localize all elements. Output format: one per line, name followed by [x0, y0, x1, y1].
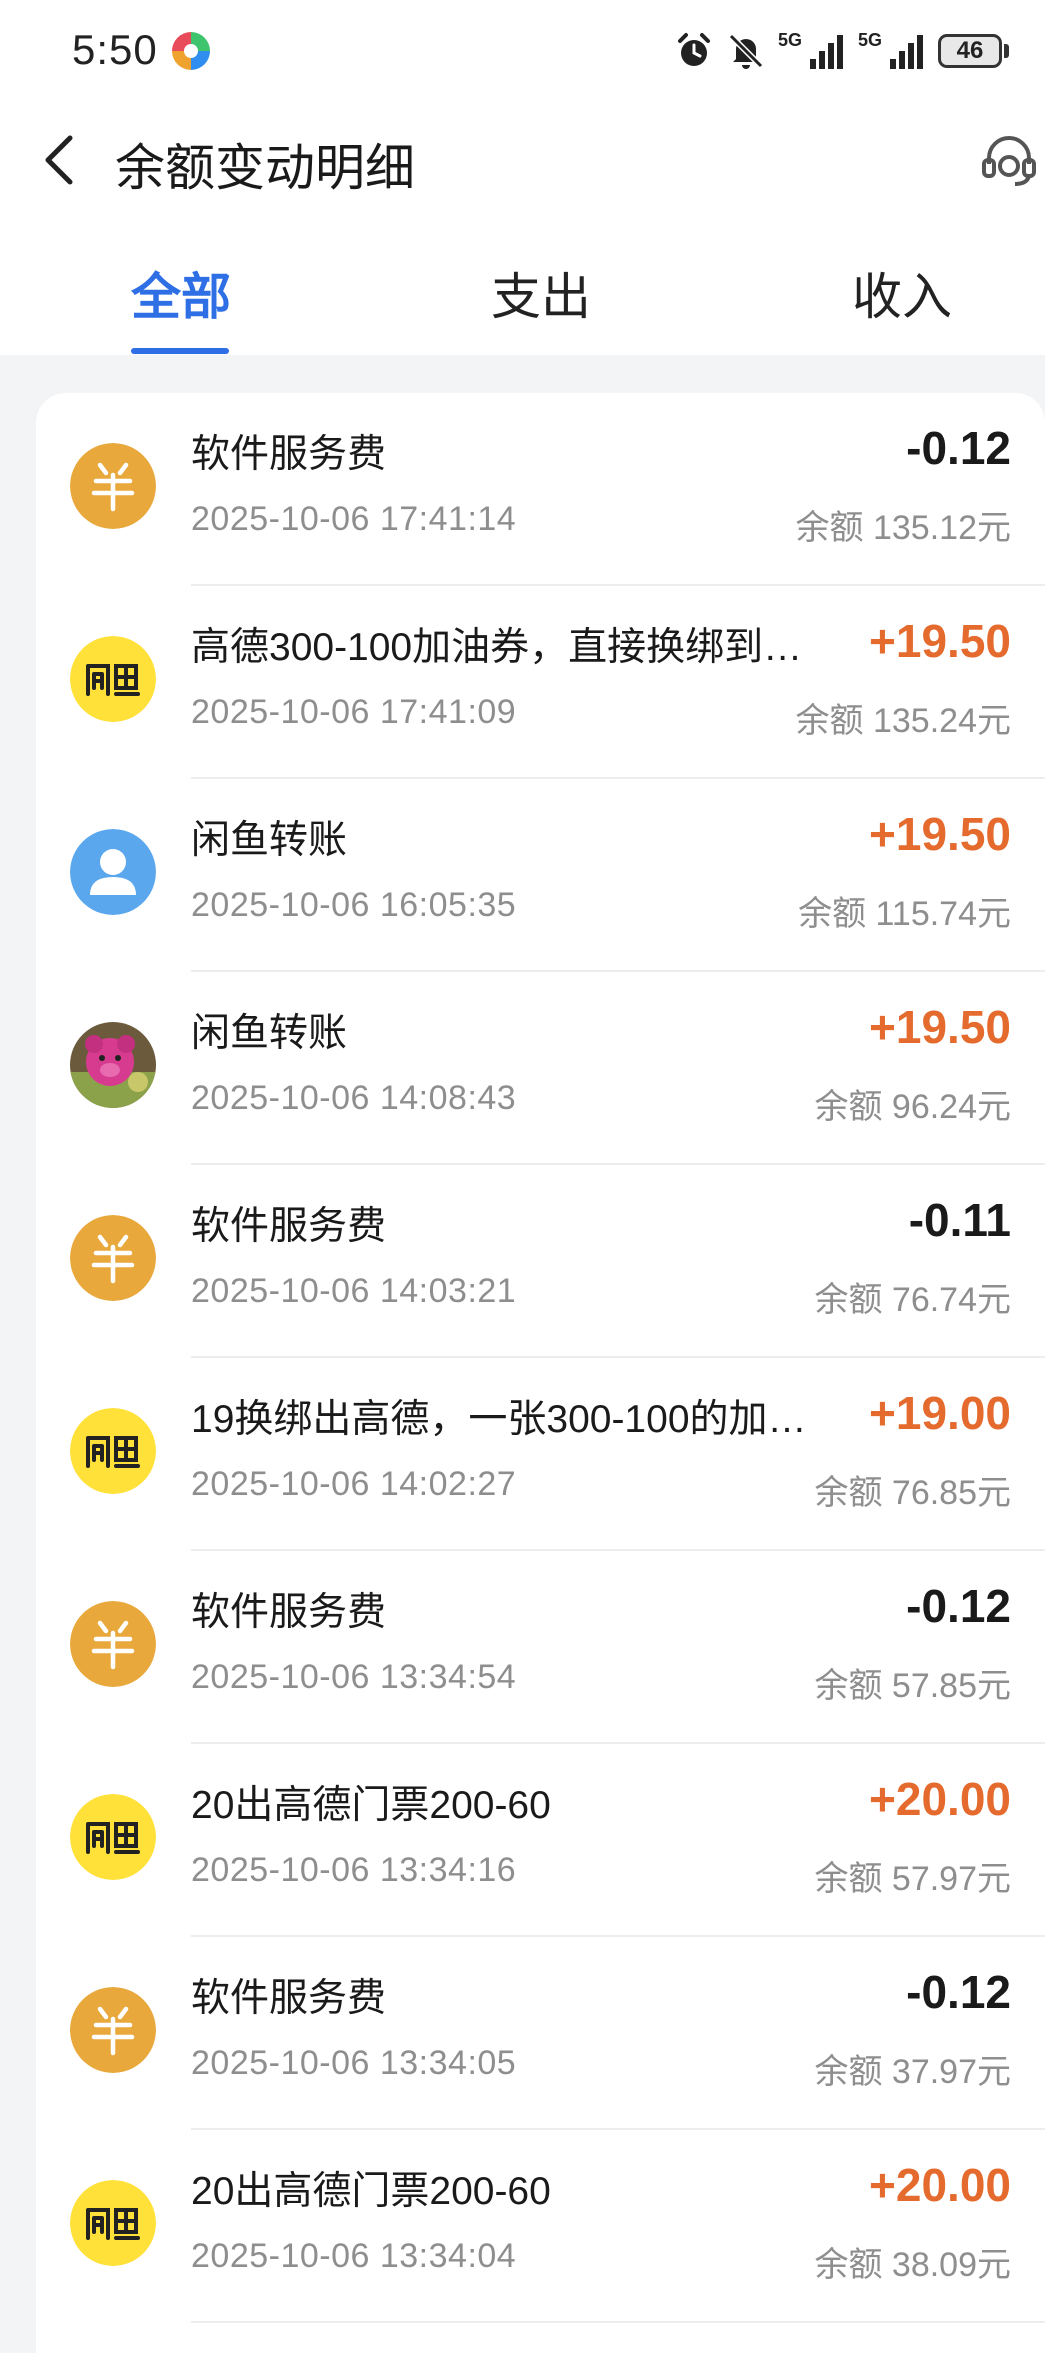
transaction-time: 2025-10-06 13:34:54 [191, 1658, 517, 1696]
transaction-row[interactable]: 20出高德门票200-60 2025-10-06 13:34:04 +20.00… [36, 2130, 1045, 2323]
tab-expense[interactable]: 支出 [491, 257, 591, 329]
transaction-amount: -0.12 [906, 1966, 1011, 2018]
status-bar: 5:50 5G 5G 46 [0, 0, 1045, 100]
battery-icon: 46 [938, 34, 1009, 68]
transaction-amount: +19.50 [869, 1001, 1011, 1053]
transaction-title: 闲鱼转账 [191, 819, 348, 862]
transaction-title: 软件服务费 [191, 1591, 387, 1634]
fee-yuan-icon [70, 443, 156, 529]
transaction-amount: -0.12 [906, 1580, 1011, 1632]
transaction-row[interactable]: 软件服务费 2025-10-06 14:03:21 -0.11 余额 76.74… [36, 1165, 1045, 1358]
xianyu-logo-icon [70, 1408, 156, 1494]
fee-yuan-icon [70, 1601, 156, 1687]
transaction-amount: +20.00 [869, 2159, 1011, 2211]
transaction-row[interactable]: 闲鱼转账 2025-10-06 16:05:35 +19.50 余额 115.7… [36, 779, 1045, 972]
signal-icon-2 [890, 35, 923, 69]
tab-all[interactable]: 全部 [131, 257, 231, 329]
transaction-amount: +20.00 [869, 1773, 1011, 1825]
transaction-time: 2025-10-06 14:03:21 [191, 1272, 517, 1310]
transaction-title: 20出高德门票200-60 [191, 2170, 551, 2213]
signal-icon [809, 35, 843, 69]
transaction-title: 软件服务费 [191, 1977, 387, 2020]
tab-income[interactable]: 收入 [852, 257, 952, 329]
transaction-balance: 余额 37.97元 [814, 2053, 1011, 2091]
transaction-balance: 余额 76.85元 [814, 1474, 1011, 1512]
row-divider [191, 2321, 1045, 2323]
mute-icon [728, 33, 764, 69]
transaction-balance: 余额 115.74元 [798, 895, 1011, 933]
xianyu-logo-icon [70, 636, 156, 722]
network-type-2: 5G [857, 30, 882, 50]
transaction-list: 软件服务费 2025-10-06 17:41:14 -0.12 余额 135.1… [36, 393, 1045, 2353]
page-title: 余额变动明细 [115, 140, 415, 196]
app-notification-icon [172, 32, 210, 70]
transaction-time: 2025-10-06 13:34:05 [191, 2044, 517, 2082]
status-icons: 5G 5G 46 [674, 28, 1009, 74]
active-tab-indicator [131, 348, 229, 354]
user-avatar-icon [70, 829, 156, 915]
transaction-balance: 余额 135.12元 [795, 509, 1011, 547]
transaction-row[interactable]: 19换绑出高德，一张300-100的加… 2025-10-06 14:02:27… [36, 1358, 1045, 1551]
transaction-amount: +19.50 [869, 808, 1011, 860]
transaction-title: 19换绑出高德，一张300-100的加… [191, 1398, 807, 1441]
transaction-time: 2025-10-06 14:08:43 [191, 1079, 517, 1117]
top-bar: 5:50 5G 5G 46 余额变动明细 全部 支出 收入 [0, 0, 1045, 355]
customer-service-icon[interactable] [979, 130, 1039, 190]
transaction-amount: +19.00 [869, 1387, 1011, 1439]
battery-level: 46 [938, 34, 1002, 68]
transaction-balance: 余额 96.24元 [814, 1088, 1011, 1126]
transaction-balance: 余额 57.85元 [814, 1667, 1011, 1705]
xianyu-logo-icon [70, 2180, 156, 2266]
fee-yuan-icon [70, 1987, 156, 2073]
transaction-title: 20出高德门票200-60 [191, 1784, 551, 1827]
fee-yuan-icon [70, 1215, 156, 1301]
transaction-balance: 余额 38.09元 [814, 2246, 1011, 2284]
transaction-time: 2025-10-06 14:02:27 [191, 1465, 517, 1503]
transaction-time: 2025-10-06 13:34:16 [191, 1851, 517, 1889]
transaction-row[interactable]: 软件服务费 2025-10-06 13:34:05 -0.12 余额 37.97… [36, 1937, 1045, 2130]
back-arrow-icon[interactable] [36, 130, 84, 190]
transaction-time: 2025-10-06 16:05:35 [191, 886, 517, 924]
transaction-balance: 余额 76.74元 [814, 1281, 1011, 1319]
alarm-icon [677, 33, 710, 66]
transaction-amount: +19.50 [869, 615, 1011, 667]
transaction-amount: -0.11 [908, 1194, 1011, 1246]
transaction-row[interactable]: 闲鱼转账 2025-10-06 14:08:43 +19.50 余额 96.24… [36, 972, 1045, 1165]
transaction-row[interactable]: 软件服务费 2025-10-06 13:34:54 -0.12 余额 57.85… [36, 1551, 1045, 1744]
transaction-row[interactable]: 软件服务费 2025-10-06 17:41:14 -0.12 余额 135.1… [36, 393, 1045, 586]
transaction-time: 2025-10-06 17:41:09 [191, 693, 517, 731]
network-type-1: 5G [777, 30, 802, 50]
transaction-title: 软件服务费 [191, 1205, 387, 1248]
xianyu-logo-icon [70, 1794, 156, 1880]
nav-bar: 余额变动明细 [0, 110, 1045, 210]
transaction-row[interactable]: 高德300-100加油券，直接换绑到… 2025-10-06 17:41:09 … [36, 586, 1045, 779]
transaction-time: 2025-10-06 17:41:14 [191, 500, 517, 538]
transaction-title: 闲鱼转账 [191, 1012, 348, 1055]
transaction-balance: 余额 135.24元 [795, 702, 1011, 740]
transaction-time: 2025-10-06 13:34:04 [191, 2237, 517, 2275]
transaction-title: 高德300-100加油券，直接换绑到… [191, 626, 803, 669]
transaction-amount: -0.12 [906, 422, 1011, 474]
transaction-title: 软件服务费 [191, 433, 387, 476]
transaction-balance: 余额 57.97元 [814, 1860, 1011, 1898]
filter-tabs: 全部 支出 收入 [0, 245, 1045, 355]
status-time: 5:50 [72, 26, 158, 73]
photo-avatar [70, 1022, 156, 1108]
transaction-row[interactable]: 20出高德门票200-60 2025-10-06 13:34:16 +20.00… [36, 1744, 1045, 1937]
